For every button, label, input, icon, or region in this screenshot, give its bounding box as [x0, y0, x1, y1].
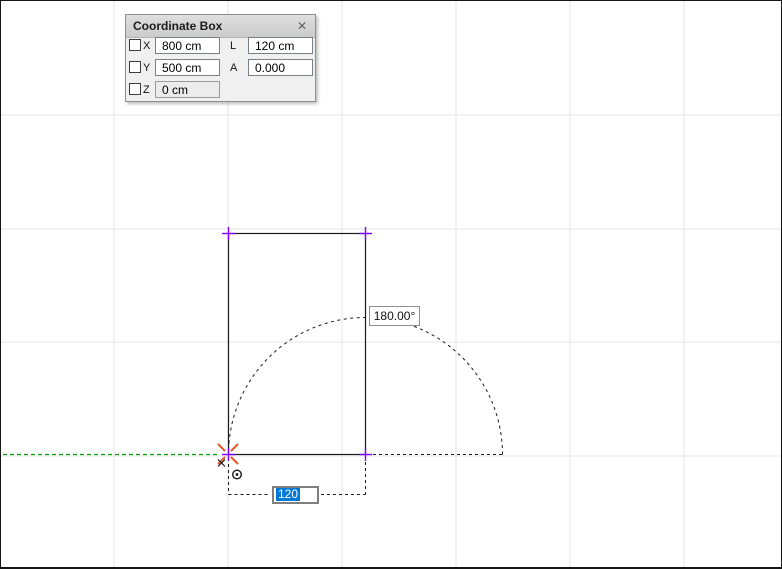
angle-field[interactable]: [248, 59, 313, 76]
y-lock-checkbox[interactable]: [129, 61, 141, 73]
dialog-title: Coordinate Box: [133, 15, 222, 37]
angle-tracker-label: 180.00°: [369, 306, 420, 326]
coordinate-row-x: X L: [126, 37, 315, 55]
length-tracker-value: 120: [276, 488, 300, 501]
app-window: Coordinate Box ✕ X L Y A Z 180.00° 120: [0, 0, 782, 569]
x-coordinate-field[interactable]: [155, 37, 220, 54]
x-lock-checkbox[interactable]: [129, 39, 141, 51]
z-lock-checkbox[interactable]: [129, 83, 141, 95]
y-coordinate-field[interactable]: [155, 59, 220, 76]
drawing-canvas[interactable]: [1, 1, 781, 567]
x-axis-label: X: [143, 40, 150, 52]
z-axis-label: Z: [143, 84, 150, 96]
length-field[interactable]: [248, 37, 313, 54]
snap-marker-icon: [231, 457, 238, 464]
snap-marker-icon: [231, 444, 238, 451]
length-label: L: [230, 40, 236, 52]
angle-label: A: [230, 62, 237, 74]
snap-marker-icon: [218, 444, 225, 451]
dialog-titlebar[interactable]: Coordinate Box ✕: [126, 15, 315, 38]
coordinate-box-dialog: Coordinate Box ✕ X L Y A Z: [125, 14, 316, 102]
arc-center-icon: [236, 473, 239, 476]
length-tracker-input[interactable]: 120: [272, 486, 319, 504]
coordinate-row-z: Z: [126, 81, 315, 99]
rectangle-outline[interactable]: [229, 234, 366, 455]
y-axis-label: Y: [143, 62, 150, 74]
close-icon[interactable]: ✕: [295, 15, 309, 37]
z-coordinate-field[interactable]: [155, 81, 220, 98]
coordinate-row-y: Y A: [126, 59, 315, 77]
